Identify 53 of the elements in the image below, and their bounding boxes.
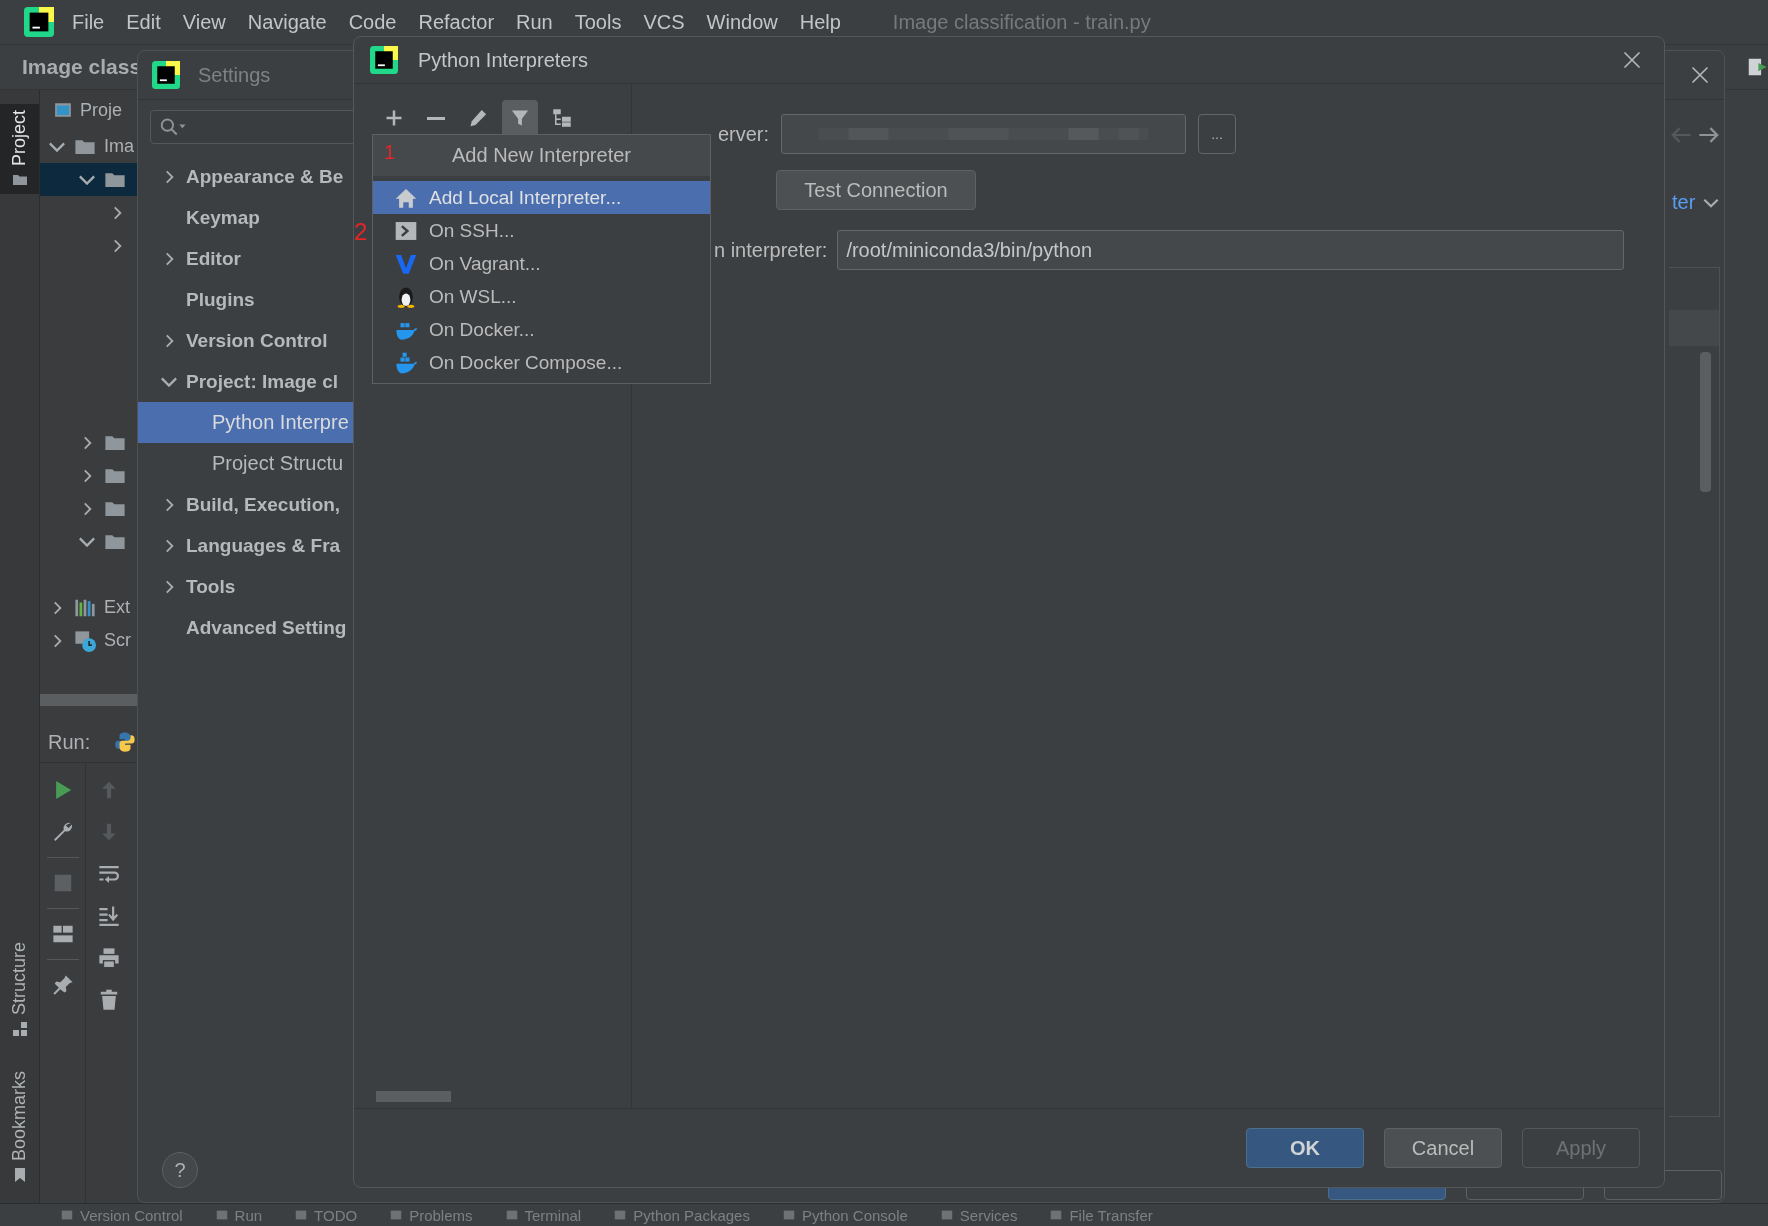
menu-item[interactable]: On Vagrant...	[373, 247, 710, 280]
annotation-number: 1	[384, 142, 396, 162]
menu-item[interactable]: Help	[799, 10, 841, 34]
menu-item[interactable]: On Docker...	[373, 313, 710, 346]
tool-window-tab[interactable]: Bookmarks	[0, 1064, 39, 1189]
tree-item[interactable]: Ext	[104, 597, 130, 618]
tool-window-button[interactable]: Python Console	[781, 1206, 908, 1224]
menu-item[interactable]: Navigate	[247, 10, 327, 34]
dialog-title: Settings	[198, 63, 271, 87]
dropdown-link[interactable]: ter	[1672, 191, 1720, 214]
menu-item[interactable]: Tools	[574, 10, 622, 34]
run-label: Run:	[48, 730, 91, 754]
menu-item[interactable]: Code	[348, 10, 397, 34]
field-label: n interpreter:	[714, 238, 828, 262]
menu-item[interactable]: Add Local Interpreter...	[373, 181, 710, 214]
settings-tree-item[interactable]: Plugins	[138, 279, 354, 320]
settings-tree-item[interactable]: Editor	[138, 238, 354, 279]
test-connection-button[interactable]: Test Connection	[776, 170, 976, 210]
settings-tree-item[interactable]: Advanced Setting	[138, 607, 354, 648]
settings-tree-item[interactable]: Version Control	[138, 320, 354, 361]
settings-tree-item[interactable]: Build, Execution,	[138, 484, 354, 525]
menu-item[interactable]: On Docker Compose...	[373, 346, 710, 379]
menu-item[interactable]: On SSH...	[373, 214, 710, 247]
window-title: Image classification - train.py	[892, 10, 1151, 34]
settings-tree-item[interactable]: Keymap	[138, 197, 354, 238]
annotation-number: 2	[354, 220, 368, 244]
menu-item[interactable]: Edit	[126, 10, 161, 34]
dialog-title: Python Interpreters	[418, 48, 589, 72]
dialog-button[interactable]: OK	[1246, 1128, 1364, 1168]
field-label: erver:	[716, 122, 769, 146]
dialog-button[interactable]: Cancel	[1384, 1128, 1502, 1168]
menu-item[interactable]: On WSL...	[373, 280, 710, 313]
settings-tree-item[interactable]: Python Interpre	[138, 402, 354, 443]
settings-tree-item[interactable]: Languages & Fra	[138, 525, 354, 566]
tool-window-tab[interactable]: Structure	[0, 935, 39, 1043]
menu-item[interactable]: Window	[706, 10, 778, 34]
menu-item[interactable]: Run	[516, 10, 553, 34]
panel-title: Proje	[80, 99, 123, 121]
menu-item[interactable]: VCS	[643, 10, 685, 34]
settings-tree-item[interactable]: Appearance & Be	[138, 156, 354, 197]
tool-window-button[interactable]: Python Packages	[613, 1206, 750, 1224]
menu-item[interactable]: View	[182, 10, 226, 34]
settings-tree-item[interactable]: Tools	[138, 566, 354, 607]
tree-item[interactable]: Scr	[104, 630, 131, 651]
menu-item[interactable]: Refactor	[418, 10, 495, 34]
help-button[interactable]: ?	[162, 1152, 198, 1188]
tool-window-tab[interactable]: Project	[0, 104, 39, 195]
menu-item[interactable]: File	[72, 10, 105, 34]
settings-tree-item[interactable]: Project Structu	[138, 443, 354, 484]
input-field[interactable]: /root/miniconda3/bin/python	[837, 230, 1625, 270]
settings-tree-item[interactable]: Project: Image cl	[138, 361, 354, 402]
tree-item[interactable]: Ima	[104, 136, 134, 157]
browse-button[interactable]: ...	[1198, 114, 1236, 154]
